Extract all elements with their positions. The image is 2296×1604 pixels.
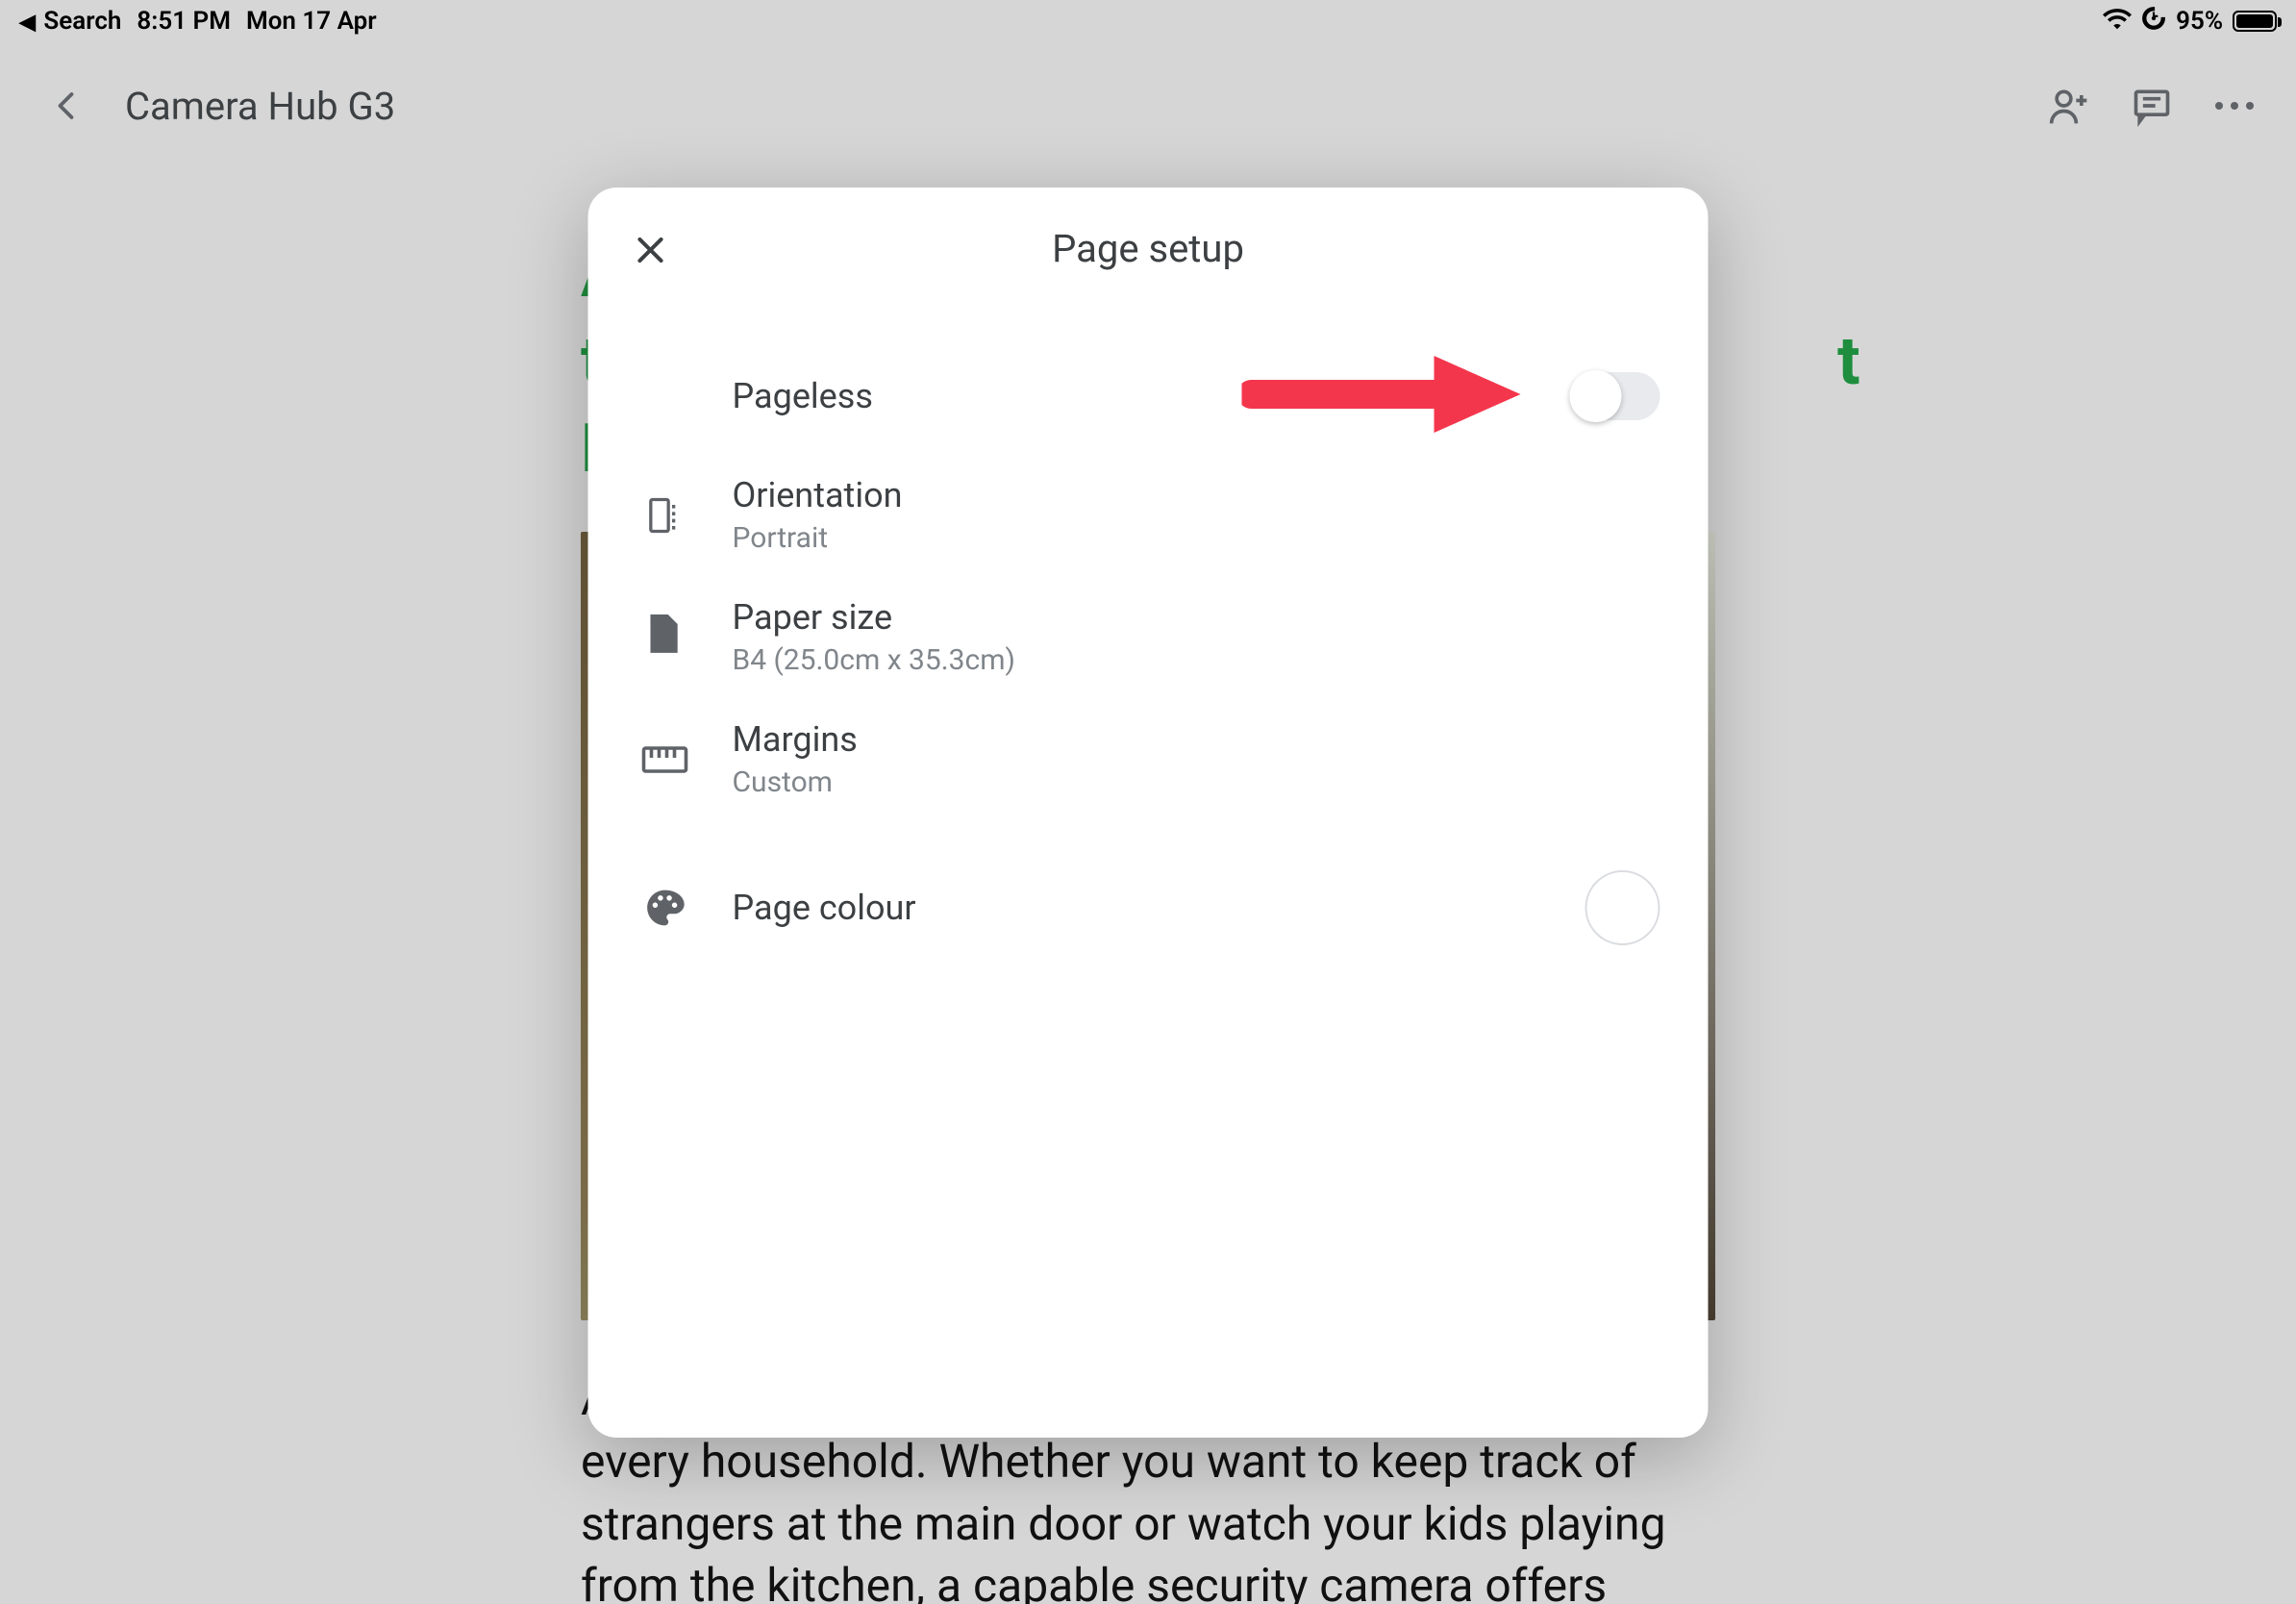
- share-person-icon[interactable]: [2046, 83, 2092, 129]
- more-menu-icon[interactable]: [2211, 83, 2258, 129]
- orientation-icon: [636, 487, 694, 544]
- paper-size-value: B4 (25.0cm x 35.3cm): [733, 643, 1660, 677]
- paper-icon: [636, 609, 694, 666]
- paper-size-row[interactable]: Paper size B4 (25.0cm x 35.3cm): [588, 576, 1709, 698]
- orientation-label: Orientation: [733, 475, 1660, 515]
- page-colour-row[interactable]: Page colour: [588, 849, 1709, 966]
- orientation-lock-icon: [2141, 6, 2166, 38]
- orientation-value: Portrait: [733, 521, 1660, 555]
- orientation-row[interactable]: Orientation Portrait: [588, 454, 1709, 576]
- margins-label: Margins: [733, 719, 1660, 760]
- pageless-row[interactable]: Pageless: [588, 338, 1709, 454]
- back-button[interactable]: [38, 77, 96, 135]
- close-button[interactable]: [627, 226, 675, 274]
- page-setup-modal: Page setup Pageless Orientation Portrait: [588, 188, 1709, 1438]
- status-time: 8:51 PM: [137, 7, 231, 36]
- palette-icon: [636, 879, 694, 937]
- margins-value: Custom: [733, 765, 1660, 799]
- app-header: Camera Hub G3: [0, 58, 2296, 154]
- battery-icon: [2233, 11, 2277, 32]
- document-title[interactable]: Camera Hub G3: [125, 84, 395, 129]
- page-colour-swatch[interactable]: [1585, 870, 1660, 945]
- pageless-toggle[interactable]: [1570, 372, 1660, 420]
- wifi-icon: [2103, 7, 2132, 37]
- status-date: Mon 17 Apr: [246, 7, 377, 36]
- modal-title: Page setup: [627, 226, 1670, 271]
- ruler-icon: [636, 731, 694, 789]
- margins-row[interactable]: Margins Custom: [588, 698, 1709, 820]
- paper-size-label: Paper size: [733, 597, 1660, 638]
- pageless-label: Pageless: [733, 376, 1570, 416]
- back-to-app[interactable]: ◀ Search: [19, 7, 121, 36]
- comment-icon[interactable]: [2129, 83, 2175, 129]
- page-colour-label: Page colour: [733, 888, 1585, 928]
- battery-percent: 95%: [2176, 7, 2223, 36]
- status-bar: ◀ Search 8:51 PM Mon 17 Apr 95%: [0, 0, 2296, 42]
